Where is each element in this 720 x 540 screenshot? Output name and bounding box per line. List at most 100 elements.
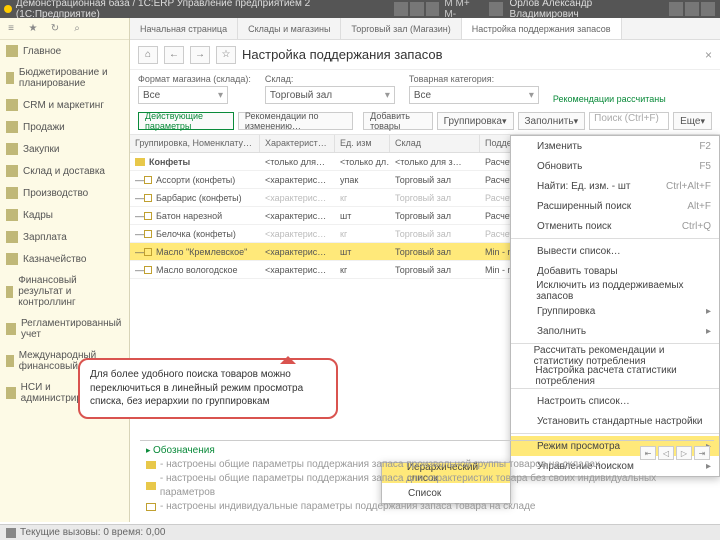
- item-icon: [144, 248, 152, 256]
- context-menu-item[interactable]: Найти: Ед. изм. - штCtrl+Alt+F: [511, 176, 719, 196]
- section-icon: [6, 387, 16, 399]
- section-icon: [6, 209, 18, 221]
- favorite-button[interactable]: ☆: [216, 46, 236, 64]
- grouping-button[interactable]: Группировка ▾: [437, 112, 514, 130]
- recommendations-link[interactable]: Рекомендации рассчитаны: [553, 94, 666, 104]
- context-menu-item[interactable]: Исключить из поддерживаемых запасов: [511, 281, 719, 301]
- user-icon: [489, 2, 503, 16]
- item-icon: [144, 176, 152, 184]
- search-icon[interactable]: ⌕: [66, 23, 88, 34]
- recommendations-button[interactable]: Рекомендации по изменению…: [238, 112, 353, 130]
- toolbar-icon[interactable]: [426, 2, 440, 16]
- column-header[interactable]: Группировка, Номенклату…: [130, 135, 260, 152]
- history-icon[interactable]: ↻: [44, 23, 66, 34]
- user-name: Орлов Александр Владимирович: [510, 0, 663, 20]
- menu-icon[interactable]: ≡: [0, 23, 22, 34]
- menu-item-icon: [519, 370, 529, 382]
- context-menu-item[interactable]: ОбновитьF5: [511, 156, 719, 176]
- menu-item-icon: [519, 285, 530, 297]
- menu-item-icon: [519, 220, 531, 232]
- legend-title[interactable]: ▸ Обозначения: [146, 445, 708, 456]
- context-menu-item[interactable]: Настройка расчета статистики потребления: [511, 366, 719, 386]
- section-icon: [6, 121, 18, 133]
- page-title: Настройка поддержания запасов: [242, 47, 442, 62]
- sidebar-item[interactable]: Кадры: [0, 204, 129, 226]
- back-button[interactable]: ←: [164, 46, 184, 64]
- menu-item-icon: [519, 415, 531, 427]
- filter-label: Товарная категория:: [409, 74, 539, 84]
- status-bar: Текущие вызовы: 0 время: 0,00: [0, 524, 720, 540]
- sidebar-item[interactable]: Регламентированный учет: [0, 313, 129, 345]
- sidebar-item[interactable]: CRM и маркетинг: [0, 94, 129, 116]
- sidebar-item[interactable]: Финансовый результат и контроллинг: [0, 270, 129, 313]
- sidebar-item[interactable]: Склад и доставка: [0, 160, 129, 182]
- grid-toolbar: Действующие параметры Рекомендации по из…: [130, 108, 720, 135]
- column-header[interactable]: Ед. изм: [335, 135, 390, 152]
- category-select[interactable]: Все▾: [409, 86, 539, 104]
- context-menu-item[interactable]: Расширенный поискAlt+F: [511, 196, 719, 216]
- warehouse-select[interactable]: Торговый зал▾: [265, 86, 395, 104]
- sidebar-item[interactable]: Казначейство: [0, 248, 129, 270]
- add-goods-button[interactable]: Добавить товары: [363, 112, 433, 130]
- column-header[interactable]: Характерист…: [260, 135, 335, 152]
- close-page-button[interactable]: ×: [705, 48, 712, 62]
- context-menu-item[interactable]: Рассчитать рекомендации и статистику пот…: [511, 346, 719, 366]
- sidebar-item[interactable]: Производство: [0, 182, 129, 204]
- toolbar-icon[interactable]: [394, 2, 408, 16]
- tab[interactable]: Настройка поддержания запасов: [462, 18, 622, 39]
- app-icon: [4, 5, 12, 13]
- item-icon: [144, 230, 152, 238]
- item-icon: [144, 212, 152, 220]
- menu-item-icon: [519, 350, 528, 362]
- menu-item-icon: [519, 160, 531, 172]
- section-icon: [6, 187, 18, 199]
- column-header[interactable]: Склад: [390, 135, 480, 152]
- section-icon: [6, 45, 18, 57]
- more-button[interactable]: Еще ▾: [673, 112, 712, 130]
- context-menu-item[interactable]: Вывести список…: [511, 241, 719, 261]
- star-icon[interactable]: ★: [22, 23, 44, 34]
- sidebar: ≡ ★ ↻ ⌕ ГлавноеБюджетирование и планиров…: [0, 18, 130, 522]
- page-header: ⌂ ← → ☆ Настройка поддержания запасов ×: [130, 40, 720, 70]
- maximize-icon[interactable]: [685, 2, 699, 16]
- fill-button[interactable]: Заполнить ▾: [518, 112, 586, 130]
- sidebar-item[interactable]: Главное: [0, 40, 129, 62]
- context-menu-item[interactable]: ИзменитьF2: [511, 136, 719, 156]
- context-menu-item[interactable]: Заполнить▸: [511, 321, 719, 341]
- section-icon: [6, 253, 18, 265]
- menu-item-icon: [519, 140, 531, 152]
- section-icon: [6, 143, 18, 155]
- status-icon: [6, 528, 16, 538]
- home-button[interactable]: ⌂: [138, 46, 158, 64]
- legend: ▸ Обозначения - настроены общие параметр…: [140, 440, 714, 516]
- section-icon: [6, 286, 13, 298]
- toolbar-icon[interactable]: [410, 2, 424, 16]
- tooltip-callout: Для более удобного поиска товаров можно …: [78, 358, 338, 419]
- filter-label: Склад:: [265, 74, 395, 84]
- context-menu-item[interactable]: Установить стандартные настройки: [511, 411, 719, 431]
- sidebar-item[interactable]: Зарплата: [0, 226, 129, 248]
- active-params-button[interactable]: Действующие параметры: [138, 112, 234, 130]
- context-menu-item[interactable]: Группировка▸: [511, 301, 719, 321]
- item-icon: [144, 194, 152, 202]
- search-input[interactable]: Поиск (Ctrl+F): [589, 112, 669, 130]
- tab[interactable]: Склады и магазины: [238, 18, 341, 39]
- status-text: Текущие вызовы: 0 время: 0,00: [20, 527, 165, 538]
- section-icon: [6, 323, 16, 335]
- forward-button[interactable]: →: [190, 46, 210, 64]
- sidebar-toolbar: ≡ ★ ↻ ⌕: [0, 18, 129, 40]
- context-menu-item[interactable]: Отменить поискCtrl+Q: [511, 216, 719, 236]
- format-select[interactable]: Все▾: [138, 86, 228, 104]
- sidebar-item[interactable]: Продажи: [0, 116, 129, 138]
- menu-item-icon: [519, 180, 531, 192]
- context-menu-item[interactable]: Настроить список…: [511, 391, 719, 411]
- sidebar-item[interactable]: Закупки: [0, 138, 129, 160]
- section-icon: [6, 72, 14, 84]
- tab[interactable]: Торговый зал (Магазин): [341, 18, 461, 39]
- minimize-icon[interactable]: [669, 2, 683, 16]
- section-icon: [6, 231, 18, 243]
- close-icon[interactable]: [701, 2, 715, 16]
- sidebar-item[interactable]: Бюджетирование и планирование: [0, 62, 129, 94]
- tab[interactable]: Начальная страница: [130, 18, 238, 39]
- context-menu-item[interactable]: Добавить товары: [511, 261, 719, 281]
